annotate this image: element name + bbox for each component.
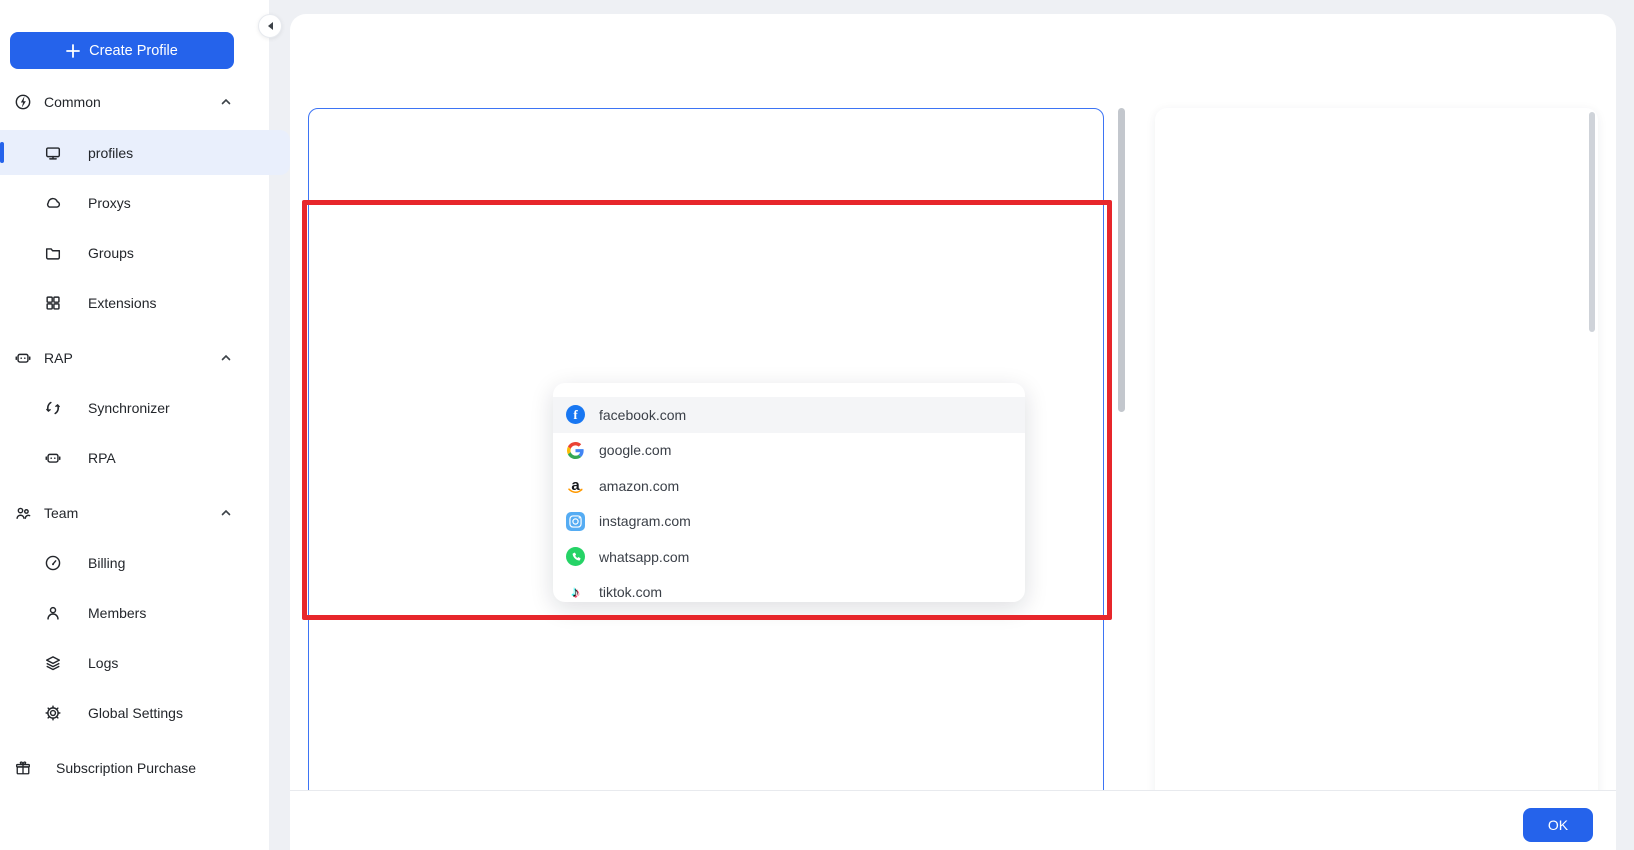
sidebar-item-profiles[interactable]: profiles bbox=[0, 130, 290, 175]
team-icon bbox=[14, 504, 32, 522]
dropdown-option-label: tiktok.com bbox=[599, 584, 662, 600]
account-type-dropdown: f facebook.com google.com a amazon.com i… bbox=[553, 383, 1025, 602]
grid-icon bbox=[44, 294, 62, 312]
sidebar: Create Profile Common profiles Proxys Gr… bbox=[0, 0, 269, 850]
gear-icon bbox=[44, 704, 62, 722]
dropdown-option-whatsapp[interactable]: whatsapp.com bbox=[553, 539, 1025, 575]
sidebar-item-label: Subscription Purchase bbox=[56, 760, 196, 776]
sidebar-item-billing[interactable]: Billing bbox=[0, 540, 290, 585]
sidebar-item-label: Groups bbox=[88, 245, 134, 261]
google-icon bbox=[566, 441, 585, 460]
sidebar-item-subscription-purchase[interactable]: Subscription Purchase bbox=[0, 746, 260, 790]
sidebar-item-label: Proxys bbox=[88, 195, 131, 211]
sidebar-item-logs[interactable]: Logs bbox=[0, 640, 290, 685]
app-window: Create Profile Common profiles Proxys Gr… bbox=[0, 0, 1634, 850]
dropdown-option-label: google.com bbox=[599, 442, 671, 458]
profile-overview-card bbox=[1155, 108, 1598, 850]
sidebar-item-groups[interactable]: Groups bbox=[0, 230, 290, 275]
dropdown-option-label: instagram.com bbox=[599, 513, 691, 529]
create-profile-button[interactable]: Create Profile bbox=[10, 32, 234, 69]
sidebar-item-synchronizer[interactable]: Synchronizer bbox=[0, 385, 290, 430]
sidebar-section-label: Team bbox=[44, 505, 78, 521]
globe-icon bbox=[14, 93, 32, 111]
create-profile-label: Create Profile bbox=[89, 43, 178, 59]
dropdown-option-instagram[interactable]: instagram.com bbox=[553, 504, 1025, 540]
robot-icon bbox=[14, 349, 32, 367]
chevron-up-icon[interactable] bbox=[220, 352, 232, 364]
whatsapp-icon bbox=[566, 547, 585, 566]
sidebar-item-label: Members bbox=[88, 605, 146, 621]
sidebar-section-label: Common bbox=[44, 94, 101, 110]
sidebar-item-label: Billing bbox=[88, 555, 125, 571]
gift-icon bbox=[14, 759, 32, 777]
sidebar-item-label: Extensions bbox=[88, 295, 156, 311]
sidebar-item-members[interactable]: Members bbox=[0, 590, 290, 635]
sidebar-item-proxys[interactable]: Proxys bbox=[0, 180, 290, 225]
dropdown-option-label: whatsapp.com bbox=[599, 549, 689, 565]
amazon-icon: a bbox=[566, 476, 585, 495]
chevron-up-icon[interactable] bbox=[220, 507, 232, 519]
chevron-up-icon[interactable] bbox=[220, 96, 232, 108]
sidebar-section-team[interactable]: Team bbox=[0, 491, 260, 535]
sidebar-section-rap[interactable]: RAP bbox=[0, 336, 260, 380]
collapse-arrow-icon bbox=[267, 22, 274, 30]
ok-button[interactable]: OK bbox=[1523, 808, 1593, 842]
main-scrollbar-thumb[interactable] bbox=[1118, 108, 1125, 412]
dropdown-option-facebook[interactable]: f facebook.com bbox=[553, 397, 1025, 433]
sidebar-section-label: RAP bbox=[44, 350, 73, 366]
sidebar-item-rpa[interactable]: RPA bbox=[0, 435, 290, 480]
dropdown-option-google[interactable]: google.com bbox=[553, 433, 1025, 469]
sidebar-item-label: Synchronizer bbox=[88, 400, 170, 416]
plus-icon bbox=[66, 44, 80, 58]
sidebar-item-label: Global Settings bbox=[88, 705, 183, 721]
sync-icon bbox=[44, 399, 62, 417]
sidebar-item-extensions[interactable]: Extensions bbox=[0, 280, 290, 325]
sidebar-collapse-button[interactable] bbox=[258, 14, 282, 38]
gauge-icon bbox=[44, 554, 62, 572]
footer-bar bbox=[290, 790, 1616, 850]
sidebar-section-common[interactable]: Common bbox=[0, 80, 260, 124]
cloud-icon bbox=[44, 194, 62, 212]
folder-icon bbox=[44, 244, 62, 262]
dropdown-option-tiktok[interactable]: ♪ tiktok.com bbox=[553, 575, 1025, 603]
active-item-indicator bbox=[0, 142, 4, 163]
sidebar-item-label: RPA bbox=[88, 450, 116, 466]
tiktok-icon: ♪ bbox=[566, 583, 585, 602]
sidebar-item-label: profiles bbox=[88, 145, 133, 161]
layers-icon bbox=[44, 654, 62, 672]
dropdown-option-label: amazon.com bbox=[599, 478, 679, 494]
person-icon bbox=[44, 604, 62, 622]
instagram-icon bbox=[566, 512, 585, 531]
robot-icon bbox=[44, 449, 62, 467]
monitor-icon bbox=[44, 144, 62, 162]
facebook-icon: f bbox=[566, 405, 585, 424]
overview-scrollbar-thumb[interactable] bbox=[1589, 112, 1595, 332]
sidebar-item-global-settings[interactable]: Global Settings bbox=[0, 690, 290, 735]
dropdown-option-amazon[interactable]: a amazon.com bbox=[553, 468, 1025, 504]
dropdown-option-label: facebook.com bbox=[599, 407, 686, 423]
ok-button-label: OK bbox=[1548, 817, 1568, 833]
sidebar-item-label: Logs bbox=[88, 655, 118, 671]
